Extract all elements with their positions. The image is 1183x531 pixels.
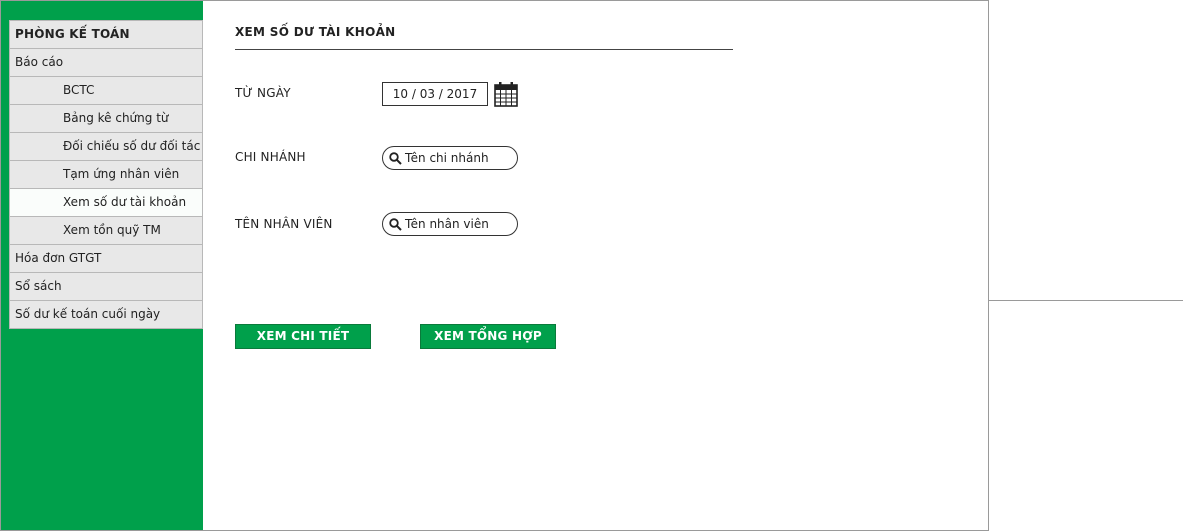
sidebar: PHÒNG KẾ TOÁN Báo cáo BCTC Bảng kê chứng… (1, 1, 203, 530)
search-icon (389, 218, 402, 231)
sidebar-item-xem-so-du-tai-khoan[interactable]: Xem số dư tài khoản (9, 189, 203, 217)
sidebar-item-doi-chieu-so-du[interactable]: Đối chiếu số dư đối tác (9, 133, 203, 161)
branch-search-placeholder: Tên chi nhánh (405, 151, 489, 165)
sidebar-item-hoa-don-gtgt[interactable]: Hóa đơn GTGT (9, 245, 203, 273)
sidebar-item-bao-cao[interactable]: Báo cáo (9, 49, 203, 77)
sidebar-item-so-sach[interactable]: Sổ sách (9, 273, 203, 301)
from-date-label: TỪ NGÀY (235, 86, 291, 100)
sidebar-item-so-du-cuoi-ngay[interactable]: Số dư kế toán cuối ngày (9, 301, 203, 329)
divider (988, 300, 1183, 301)
from-date-field[interactable]: 10 / 03 / 2017 (382, 82, 488, 106)
sidebar-menu: PHÒNG KẾ TOÁN Báo cáo BCTC Bảng kê chứng… (9, 20, 203, 329)
employee-search-placeholder: Tên nhân viên (405, 217, 489, 231)
employee-search-input[interactable]: Tên nhân viên (382, 212, 518, 236)
sidebar-header: PHÒNG KẾ TOÁN (9, 20, 203, 49)
sidebar-item-xem-ton-quy-tm[interactable]: Xem tồn quỹ TM (9, 217, 203, 245)
page-title: XEM SỐ DƯ TÀI KHOẢN (235, 25, 396, 39)
branch-label: CHI NHÁNH (235, 150, 306, 164)
sidebar-item-bang-ke-chung-tu[interactable]: Bảng kê chứng từ (9, 105, 203, 133)
view-detail-button[interactable]: XEM CHI TIẾT (235, 324, 371, 349)
branch-search-input[interactable]: Tên chi nhánh (382, 146, 518, 170)
view-summary-button[interactable]: XEM TỔNG HỢP (420, 324, 556, 349)
calendar-icon[interactable] (494, 81, 518, 107)
title-divider (235, 49, 733, 50)
search-icon (389, 152, 402, 165)
sidebar-item-bctc[interactable]: BCTC (9, 77, 203, 105)
employee-label: TÊN NHÂN VIÊN (235, 217, 333, 231)
sidebar-item-tam-ung-nhan-vien[interactable]: Tạm ứng nhân viên (9, 161, 203, 189)
